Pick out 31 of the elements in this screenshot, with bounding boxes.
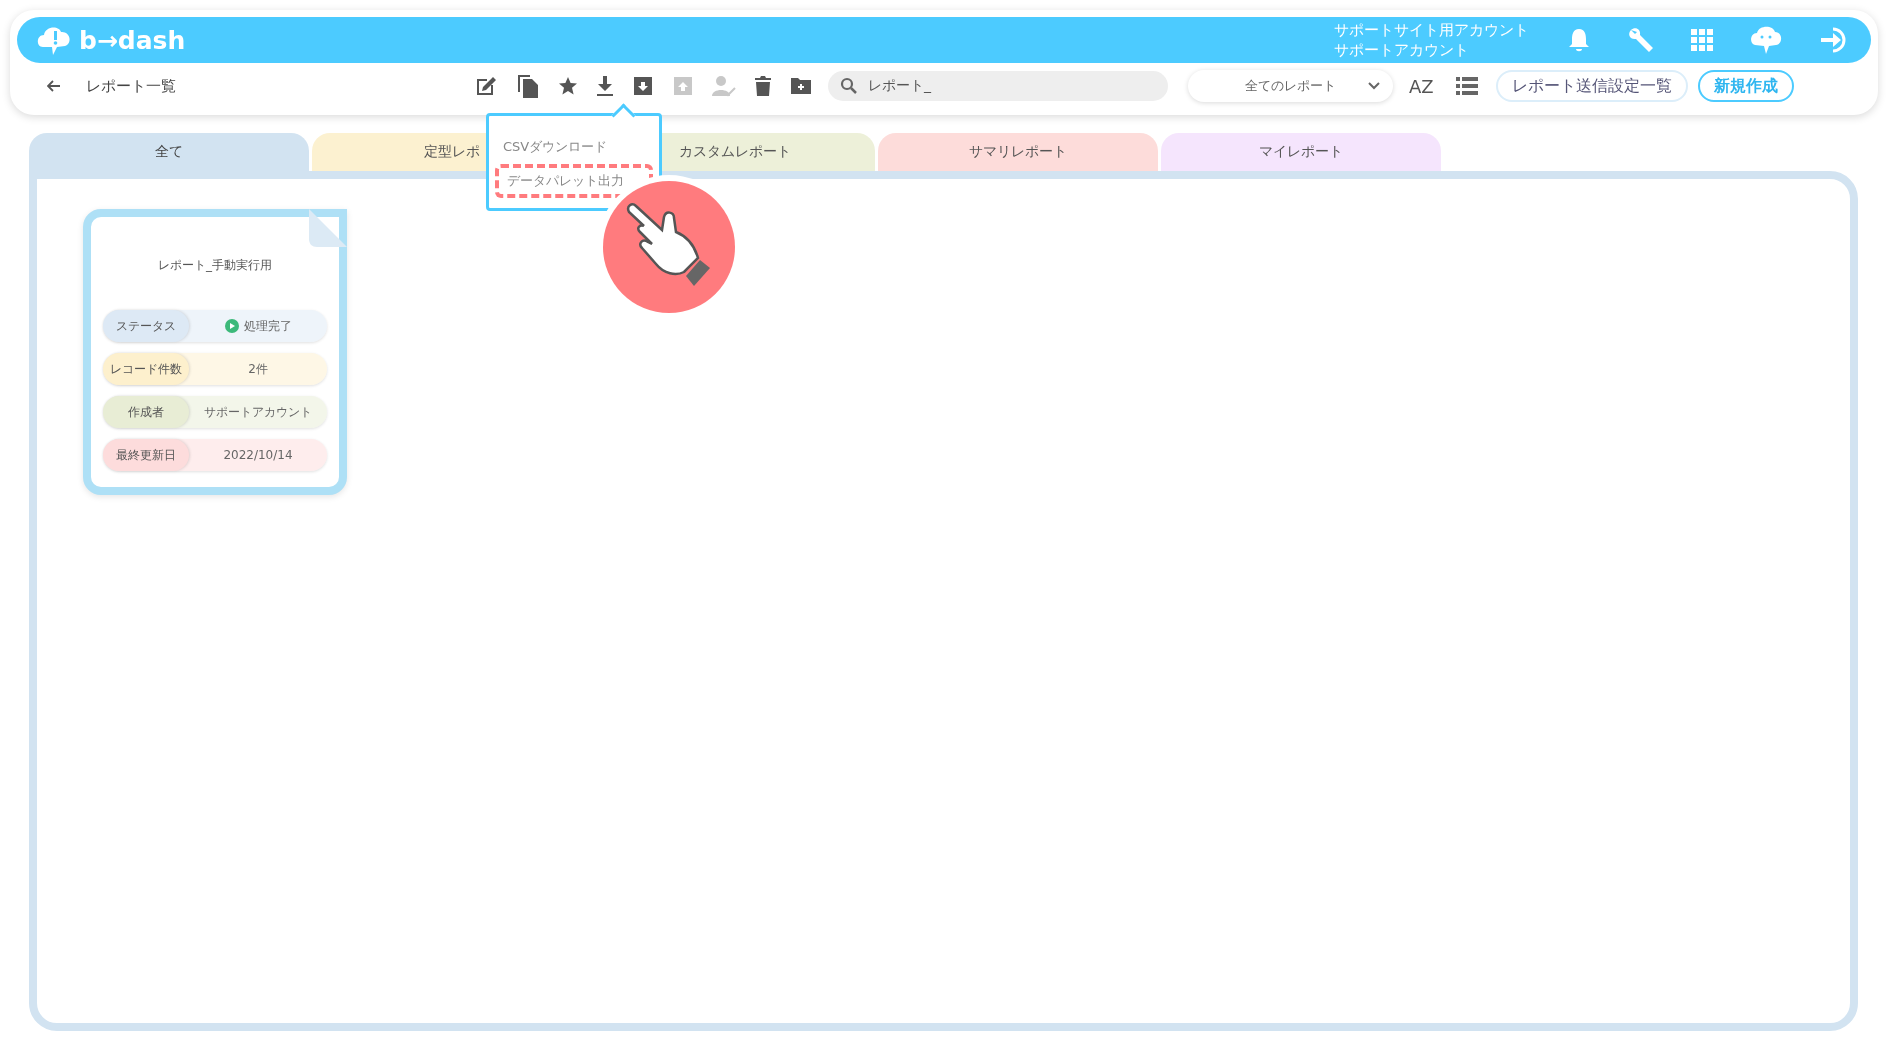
report-tab[interactable]: 全て bbox=[29, 133, 309, 171]
field-label: レコード件数 bbox=[103, 353, 189, 385]
report-tab[interactable]: サマリレポート bbox=[878, 133, 1158, 171]
download-icon[interactable] bbox=[596, 75, 614, 97]
field-value: 処理完了 bbox=[189, 317, 327, 335]
back-arrow-icon[interactable] bbox=[47, 80, 61, 92]
field-label: ステータス bbox=[103, 310, 189, 342]
report-card[interactable]: レポート_手動実行用 ステータス 処理完了 レコード件数 2件 作成者 サポートアカウント 最終更新日 2022/10/14 bbox=[83, 209, 347, 495]
field-label: 最終更新日 bbox=[103, 439, 189, 471]
report-title: レポート_手動実行用 bbox=[157, 257, 273, 274]
field-value: 2件 bbox=[247, 360, 269, 378]
search-field[interactable]: レポート_ bbox=[828, 71, 1168, 101]
sort-button[interactable]: AZ bbox=[1409, 75, 1434, 97]
trash-icon[interactable] bbox=[754, 75, 772, 97]
search-icon bbox=[840, 77, 858, 95]
archive-down-icon[interactable] bbox=[632, 75, 654, 97]
field-value: 2022/10/14 bbox=[222, 448, 294, 462]
report-filter-dropdown[interactable]: 全てのレポート bbox=[1188, 70, 1393, 102]
star-icon[interactable] bbox=[558, 76, 578, 96]
play-status-icon bbox=[224, 319, 239, 333]
list-view-icon[interactable] bbox=[1455, 77, 1478, 95]
field-value: サポートアカウント bbox=[203, 403, 313, 421]
send-settings-button[interactable]: レポート送信設定一覧 bbox=[1495, 70, 1688, 102]
report-tab[interactable]: マイレポート bbox=[1161, 133, 1441, 171]
edit-icon[interactable] bbox=[474, 74, 498, 98]
copy-icon[interactable] bbox=[516, 73, 540, 99]
chevron-down-icon bbox=[1367, 81, 1381, 91]
page-fold-icon bbox=[309, 209, 347, 247]
page-title: レポート一覧 bbox=[86, 76, 177, 96]
field-label: 作成者 bbox=[103, 396, 189, 428]
folder-plus-icon[interactable] bbox=[790, 76, 812, 96]
